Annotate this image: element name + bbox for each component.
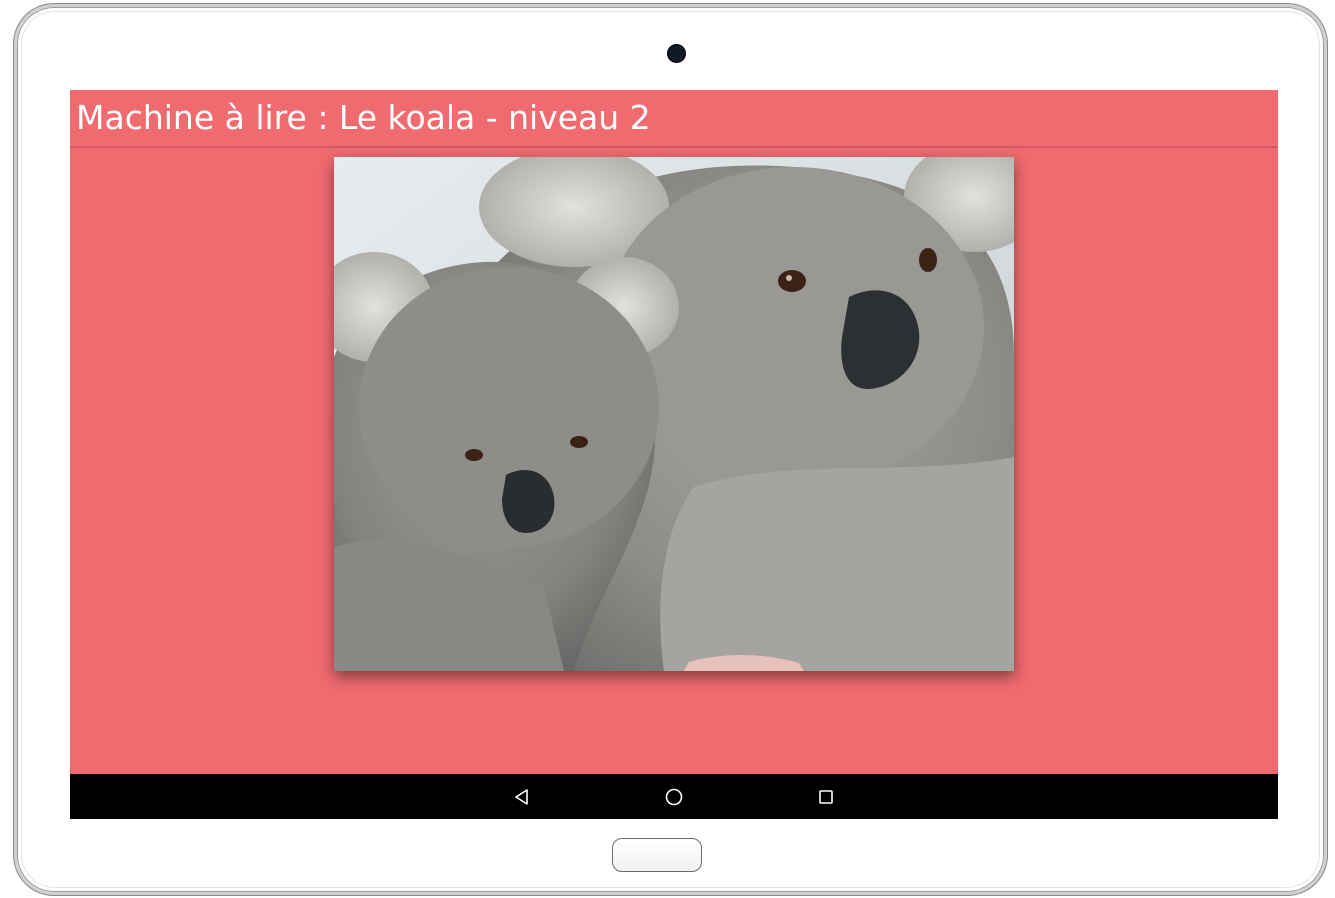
title-bar: Machine à lire : Le koala - niveau 2: [70, 90, 1278, 148]
front-camera-icon: [668, 45, 685, 62]
recents-icon-shape: [819, 790, 833, 804]
home-circle-icon[interactable]: [661, 784, 687, 810]
recents-square-icon[interactable]: [813, 784, 839, 810]
koala-illustration: [334, 157, 1014, 671]
home-icon-shape: [665, 788, 683, 806]
hardware-home-button[interactable]: [612, 838, 702, 872]
system-nav-bar: [70, 774, 1278, 819]
page-title: Machine à lire : Le koala - niveau 2: [76, 98, 651, 137]
koala-photo[interactable]: [334, 157, 1014, 671]
back-triangle-icon[interactable]: [509, 784, 535, 810]
app-screen: Machine à lire : Le koala - niveau 2: [70, 90, 1278, 819]
back-icon-shape: [515, 789, 528, 805]
